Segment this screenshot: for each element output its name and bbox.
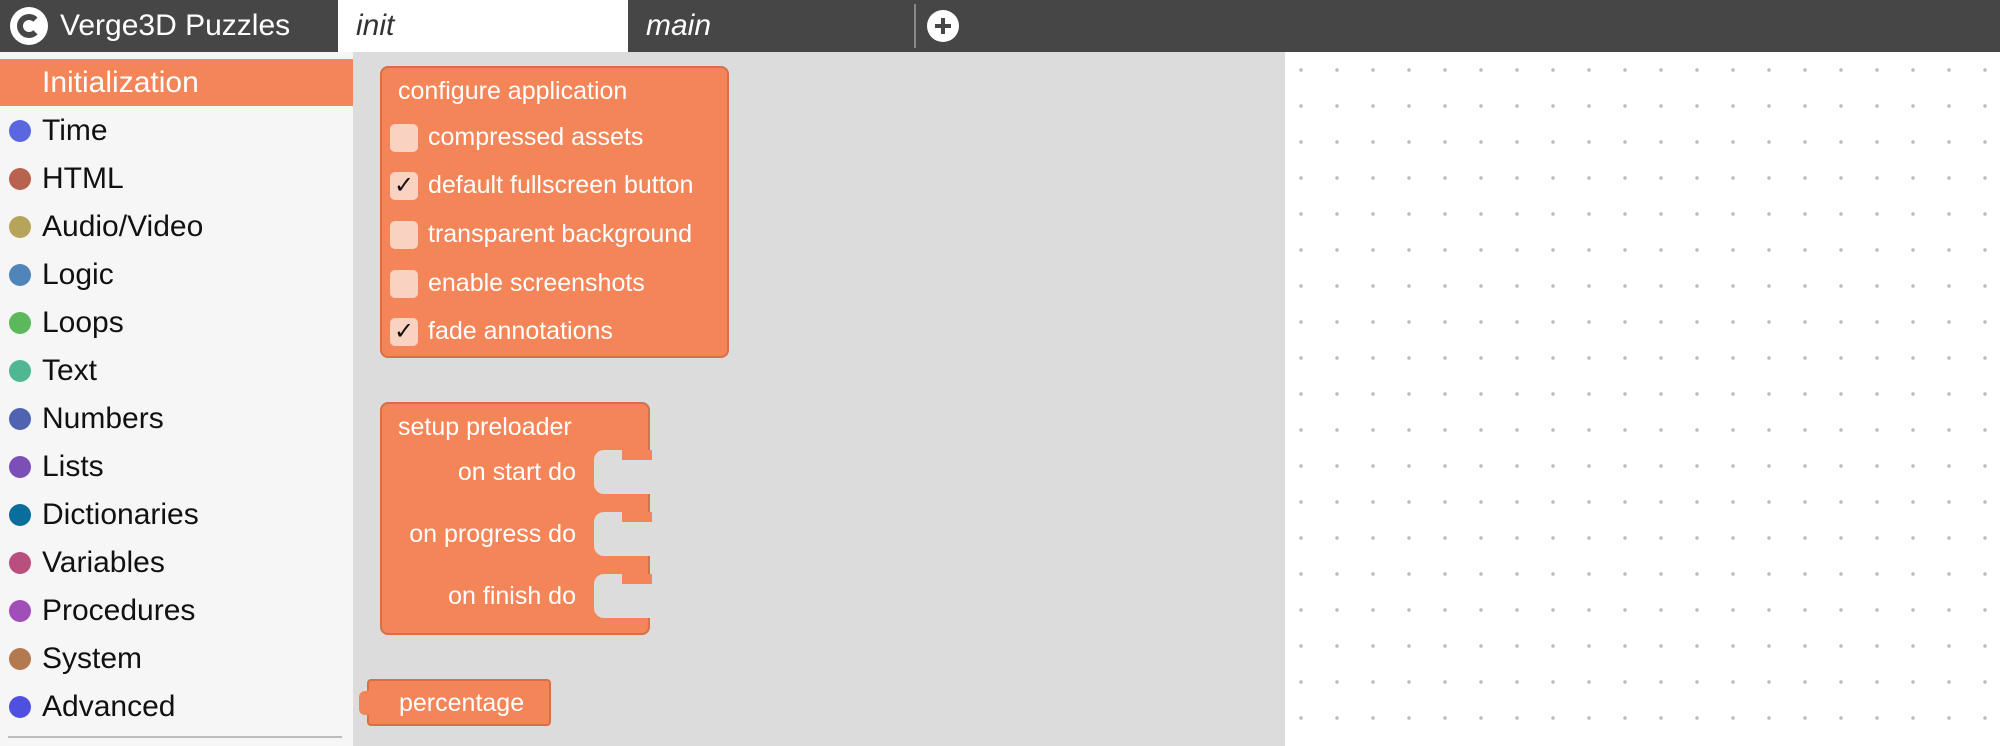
- slot-notch: [622, 512, 652, 522]
- puzzle-workspace[interactable]: [1285, 52, 2000, 746]
- category-color-dot-icon: [9, 167, 31, 190]
- category-color-dot-icon: [9, 455, 31, 478]
- top-bar: Verge3D Puzzles init main: [0, 0, 2000, 52]
- checkbox[interactable]: [390, 220, 418, 249]
- option-transparent-background[interactable]: transparent background: [390, 220, 692, 249]
- option-fade-annotations[interactable]: ✓ fade annotations: [390, 317, 613, 346]
- sidebar-item-label: Text: [42, 353, 98, 387]
- tab-init[interactable]: init: [338, 0, 628, 52]
- checkbox[interactable]: ✓: [390, 171, 418, 200]
- sidebar-item-label: Time: [42, 113, 108, 147]
- app-title: Verge3D Puzzles: [60, 9, 291, 42]
- checkbox[interactable]: [390, 123, 418, 152]
- configure-application-block[interactable]: configure application compressed assets …: [380, 66, 729, 358]
- sidebar-item-html[interactable]: HTML: [0, 155, 353, 202]
- sidebar-item-text[interactable]: Text: [0, 347, 353, 394]
- sidebar-divider: [8, 736, 342, 738]
- add-tab-plus-icon[interactable]: [927, 10, 959, 42]
- sidebar-item-system[interactable]: System: [0, 635, 353, 682]
- category-color-dot-icon: [9, 263, 31, 286]
- sidebar-item-audio-video[interactable]: Audio/Video: [0, 203, 353, 250]
- tab-label: main: [646, 9, 712, 42]
- checkbox[interactable]: ✓: [390, 317, 418, 346]
- sidebar-item-label: Procedures: [42, 593, 196, 627]
- sidebar-item-label: Logic: [42, 257, 114, 291]
- output-connector: [359, 691, 371, 715]
- block-label: percentage: [399, 689, 525, 717]
- category-color-dot-icon: [9, 695, 31, 718]
- option-default-fullscreen-button[interactable]: ✓ default fullscreen button: [390, 171, 693, 200]
- slot-label-finish: on finish do: [448, 582, 576, 610]
- setup-preloader-block[interactable]: setup preloader on start do on progress …: [380, 402, 654, 635]
- sidebar-item-variables[interactable]: Variables: [0, 539, 353, 586]
- app-branding: Verge3D Puzzles: [0, 0, 338, 52]
- sidebar-item-initialization[interactable]: Initialization: [0, 59, 353, 106]
- option-label: transparent background: [428, 220, 693, 248]
- sidebar-item-advanced[interactable]: Advanced: [0, 683, 353, 730]
- category-color-dot-icon: [9, 311, 31, 334]
- sidebar-item-dictionaries[interactable]: Dictionaries: [0, 491, 353, 538]
- option-label: default fullscreen button: [428, 171, 694, 199]
- category-color-dot-icon: [9, 407, 31, 430]
- checkbox[interactable]: [390, 269, 418, 298]
- sidebar-item-numbers[interactable]: Numbers: [0, 395, 353, 442]
- slot-label-start: on start do: [457, 458, 576, 486]
- sidebar-item-loops[interactable]: Loops: [0, 299, 353, 346]
- tab-main[interactable]: main: [628, 0, 914, 52]
- slot-notch: [622, 450, 652, 460]
- sidebar-item-logic[interactable]: Logic: [0, 251, 353, 298]
- option-label: enable screenshots: [428, 269, 645, 297]
- tab-divider: [914, 4, 916, 48]
- tab-label: init: [356, 9, 395, 42]
- sidebar-item-label: Numbers: [42, 401, 164, 435]
- category-color-dot-icon: [9, 599, 31, 622]
- block-title: setup preloader: [398, 413, 572, 441]
- category-color-dot-icon: [9, 647, 31, 670]
- verge3d-logo-icon: [10, 7, 48, 45]
- option-compressed-assets[interactable]: compressed assets: [390, 123, 643, 152]
- category-color-dot-icon: [9, 215, 31, 238]
- option-label: compressed assets: [428, 123, 644, 151]
- category-sidebar: Initialization Time HTML Audio/Video Logic Lo…: [0, 52, 353, 746]
- slot-label-progress: on progress do: [409, 520, 576, 548]
- sidebar-item-label: Lists: [42, 449, 104, 483]
- sidebar-item-procedures[interactable]: Procedures: [0, 587, 353, 634]
- option-label: fade annotations: [428, 317, 613, 345]
- sidebar-item-label: Advanced: [42, 689, 176, 723]
- sidebar-item-time[interactable]: Time: [0, 107, 353, 154]
- category-color-dot-icon: [9, 551, 31, 574]
- sidebar-item-label: Audio/Video: [42, 209, 204, 243]
- category-color-dot-icon: [9, 359, 31, 382]
- sidebar-item-lists[interactable]: Lists: [0, 443, 353, 490]
- sidebar-item-label: System: [42, 641, 143, 675]
- sidebar-item-label: Loops: [42, 305, 124, 339]
- option-enable-screenshots[interactable]: enable screenshots: [390, 269, 645, 298]
- sidebar-item-label: Initialization: [42, 65, 199, 99]
- percentage-block[interactable]: percentage: [359, 679, 551, 726]
- slot-notch: [622, 574, 652, 584]
- sidebar-item-label: Dictionaries: [42, 497, 199, 531]
- sidebar-item-label: Variables: [42, 545, 165, 579]
- category-color-dot-icon: [9, 119, 31, 142]
- sidebar-item-label: HTML: [42, 161, 124, 195]
- category-color-dot-icon: [9, 503, 31, 526]
- block-title: configure application: [398, 77, 628, 105]
